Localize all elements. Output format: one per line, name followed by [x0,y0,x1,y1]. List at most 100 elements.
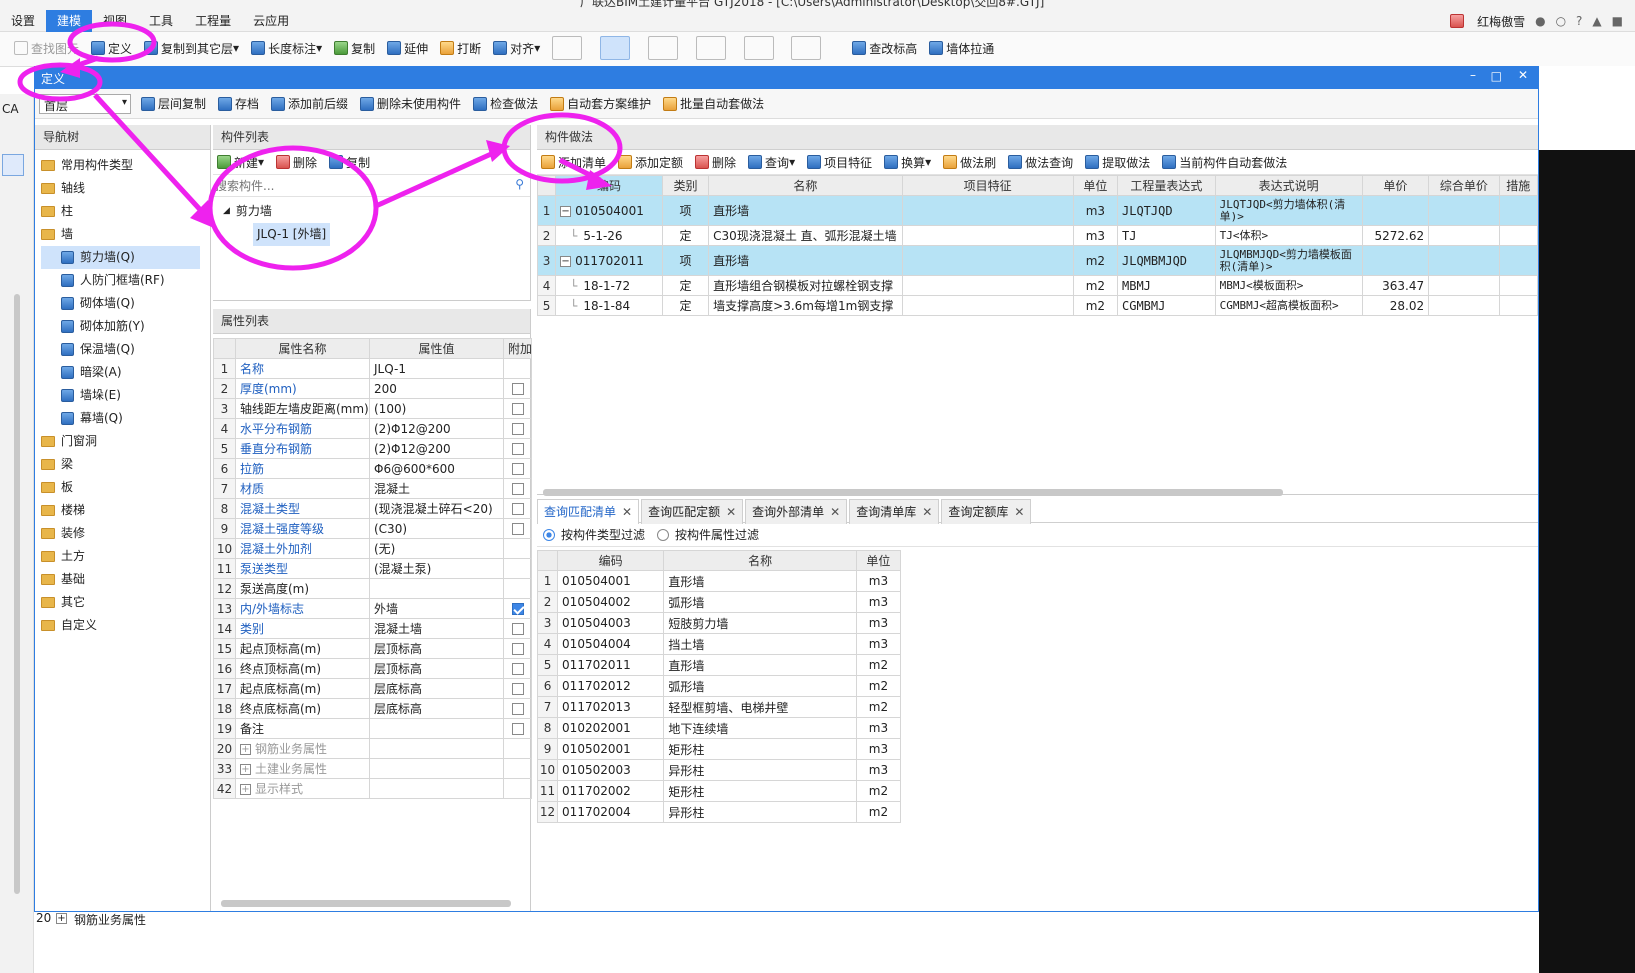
component-search-input[interactable] [215,177,505,195]
query-tab[interactable]: 查询匹配清单 ✕ [537,499,640,524]
query-name[interactable]: 异形柱 [663,801,857,823]
add-list-button[interactable]: 添加清单 [541,154,606,171]
property-value[interactable] [369,758,504,779]
property-value[interactable] [369,578,504,599]
query-code[interactable]: 011702011 [557,654,665,676]
item-feature-button[interactable]: 项目特征 [807,154,872,171]
property-value[interactable]: 层顶标高 [369,658,504,679]
user-name[interactable]: 红梅傲雪 [1477,13,1525,30]
attach-checkbox[interactable] [511,683,524,695]
nav-item[interactable]: 门窗洞 [41,430,210,453]
query-unit[interactable]: m3 [855,591,902,613]
property-value[interactable]: 混凝土墙 [369,618,504,639]
method-measure[interactable] [1498,245,1539,276]
method-row[interactable]: 4 └ 18-1-72 定直形墙组合钢模板对拉螺栓钢支撑 m2 MBMJ MBMJ<模板面积… [536,275,1539,296]
method-type[interactable]: 项 [661,195,710,226]
method-row[interactable]: 2 └ 5-1-26 定 C30现浇混凝土 直、弧形混凝土墙 m3 TJ TJ<体积> 5272… [536,225,1539,246]
property-row[interactable]: 17 起点底标高(m) 层底标高 [213,678,532,699]
query-row[interactable]: 3 010504003 短肢剪力墙 m3 [536,612,902,634]
define-button[interactable]: 定义 [91,40,132,57]
query-unit[interactable]: m2 [855,654,902,676]
method-feature[interactable] [901,275,1074,296]
attach-checkbox[interactable] [511,403,524,415]
extend-button[interactable]: 延伸 [387,40,428,57]
query-button[interactable]: 查询 ▾ [748,154,795,171]
query-name[interactable]: 挡土墙 [663,633,857,655]
query-row[interactable]: 8 010202001 地下连续墙 m3 [536,717,902,739]
close-icon[interactable]: ✕ [1518,68,1528,82]
expand-icon[interactable]: + [240,744,251,755]
method-h-scrollbar[interactable] [543,489,1283,496]
nav-item[interactable]: 其它 [41,591,210,614]
check-method-button[interactable]: 检查做法 [473,95,538,112]
attach-checkbox[interactable] [511,423,524,435]
nav-item[interactable]: 暗梁(A) [41,361,210,384]
component-group[interactable]: ◢ 剪力墙 [223,200,530,223]
method-price[interactable]: 28.02 [1361,295,1430,316]
method-feature[interactable] [901,295,1074,316]
query-tab[interactable]: 查询匹配定额 ✕ [641,499,744,524]
auto-method-button[interactable]: 当前构件自动套做法 [1162,154,1287,171]
archive-button[interactable]: 存档 [218,95,259,112]
method-desc[interactable]: TJ<体积> [1214,225,1363,246]
collapse-icon[interactable]: − [560,255,572,267]
attach-checkbox[interactable] [511,663,524,675]
property-row[interactable]: 13 内/外墙标志 外墙 [213,598,532,619]
query-code[interactable]: 010504004 [557,633,665,655]
property-row[interactable]: 7 材质 混凝土 [213,478,532,499]
query-name[interactable]: 矩形柱 [663,738,857,760]
method-name[interactable]: 直形墙组合钢模板对拉螺栓钢支撑 [708,275,903,296]
nav-item[interactable]: 装修 [41,522,210,545]
property-row[interactable]: 9 混凝土强度等级 (C30) [213,518,532,539]
attach-checkbox[interactable] [511,723,524,735]
query-row[interactable]: 5 011702011 直形墙 m2 [536,654,902,676]
copy-button[interactable]: 复制 [334,40,375,57]
minimize-icon[interactable]: – [1470,68,1476,82]
property-row[interactable]: 11 泵送类型 (混凝土泵) [213,558,532,579]
delete-component-button[interactable]: 删除 [276,154,317,171]
property-value[interactable] [369,778,504,799]
length-annotation-button[interactable]: 长度标注 ▾ [251,40,322,57]
property-row[interactable]: 3 轴线距左墙皮距离(mm) (100) [213,398,532,419]
query-unit[interactable]: m2 [855,675,902,697]
query-code[interactable]: 011702013 [557,696,665,718]
search-icon[interactable]: ⚲ [515,177,524,191]
method-name[interactable]: 直形墙 [708,195,903,226]
extract-method-button[interactable]: 提取做法 [1085,154,1150,171]
copy-component-button[interactable]: 复制 [329,154,370,171]
query-unit[interactable]: m2 [855,696,902,718]
floor-select[interactable]: 首层 ▾ [39,93,131,114]
query-row[interactable]: 11 011702002 矩形柱 m2 [536,780,902,802]
ribbon-tab[interactable]: 工具 [138,10,184,32]
smart-layout-icon[interactable] [695,36,726,60]
query-row[interactable]: 9 010502001 矩形柱 m3 [536,738,902,760]
attach-checkbox[interactable] [511,523,524,535]
property-row[interactable]: 5 垂直分布钢筋 (2)Φ12@200 [213,438,532,459]
delete-button[interactable]: 删除 [695,154,736,171]
close-tab-icon[interactable]: ✕ [830,505,840,519]
method-unit[interactable]: m2 [1072,245,1119,276]
method-header-cell[interactable]: 单价 [1361,175,1430,196]
ribbon-tab[interactable]: 视图 [92,10,138,32]
method-header-cell[interactable]: 表达式说明 [1214,175,1363,196]
query-code[interactable]: 010504002 [557,591,665,613]
method-measure[interactable] [1498,195,1539,226]
method-feature[interactable] [901,225,1074,246]
property-row[interactable]: 15 起点顶标高(m) 层顶标高 [213,638,532,659]
line-tool-icon[interactable] [600,36,631,60]
property-value[interactable]: (混凝土泵) [369,558,504,579]
method-header-cell[interactable]: 类别 [661,175,710,196]
method-header-cell[interactable]: 综合单价 [1428,175,1500,196]
query-unit[interactable]: m3 [855,570,902,592]
nav-item[interactable]: 土方 [41,545,210,568]
method-desc[interactable]: CGMBMJ<超高模板面积> [1214,295,1363,316]
property-value[interactable]: 外墙 [369,598,504,619]
align-button[interactable]: 对齐 ▾ [493,40,540,57]
query-row[interactable]: 1 010504001 直形墙 m3 [536,570,902,592]
query-name[interactable]: 直形墙 [663,654,857,676]
property-row[interactable]: 42 + 显示样式 [213,778,532,799]
nav-item[interactable]: 自定义 [41,614,210,637]
property-value[interactable]: 层顶标高 [369,638,504,659]
grid-tool-icon[interactable] [791,36,822,60]
property-value[interactable]: 层底标高 [369,678,504,699]
